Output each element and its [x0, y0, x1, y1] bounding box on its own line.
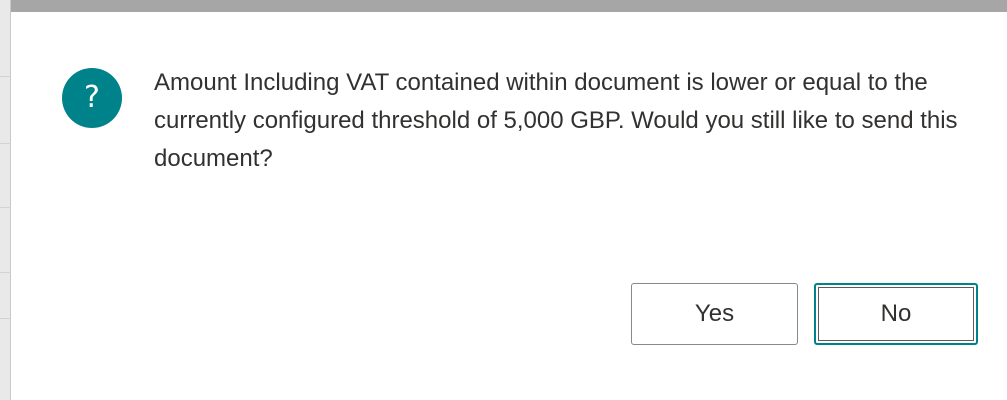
background-page-edge	[0, 0, 11, 400]
background-row-divider	[0, 207, 11, 208]
confirmation-dialog: ? Amount Including VAT contained within …	[11, 12, 1007, 400]
background-row-divider	[0, 143, 11, 144]
no-button[interactable]: No	[814, 283, 978, 345]
question-icon: ?	[62, 68, 122, 128]
background-row-divider	[0, 76, 11, 77]
background-row-divider	[0, 318, 11, 319]
dialog-top-border	[11, 0, 1007, 12]
dialog-message: Amount Including VAT contained within do…	[154, 69, 958, 172]
background-row-divider	[0, 272, 11, 273]
yes-button[interactable]: Yes	[631, 283, 798, 345]
